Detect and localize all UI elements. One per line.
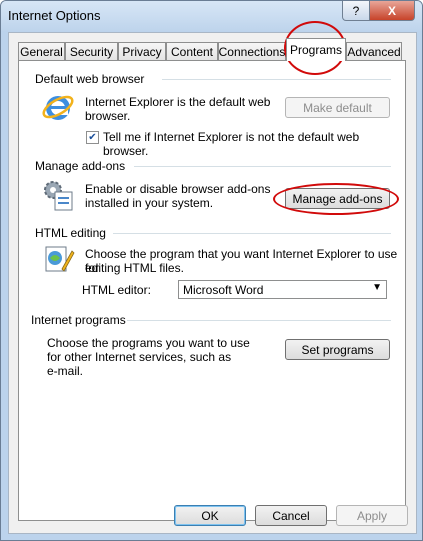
addons-text-1: Enable or disable browser add-ons — [85, 182, 271, 196]
internet-options-window: Internet Options ? X General Security Pr… — [0, 0, 423, 541]
apply-button[interactable]: Apply — [336, 505, 408, 526]
title-bar: Internet Options ? X — [1, 1, 422, 31]
default-browser-heading: Default web browser — [35, 72, 145, 86]
dialog-body: General Security Privacy Content Connect… — [8, 32, 417, 534]
help-icon: ? — [352, 3, 360, 18]
programs-panel: Default web browser Internet Explorer is… — [18, 60, 406, 521]
divider — [127, 320, 391, 321]
default-browser-text-1: Internet Explorer is the default web — [85, 95, 271, 109]
chevron-down-icon: ▼ — [372, 282, 382, 293]
html-edit-icon — [45, 246, 75, 272]
html-editor-select[interactable]: Microsoft Word ▼ — [178, 280, 387, 299]
default-browser-checkbox[interactable]: ✔ — [86, 131, 99, 144]
help-button[interactable]: ? — [342, 1, 370, 21]
tab-content[interactable]: Content — [166, 42, 218, 60]
internet-programs-heading: Internet programs — [31, 313, 126, 327]
html-editing-heading: HTML editing — [35, 226, 106, 240]
set-programs-button[interactable]: Set programs — [285, 339, 390, 360]
tab-programs[interactable]: Programs — [286, 38, 346, 61]
default-browser-checkbox-label: Tell me if Internet Explorer is not the … — [103, 130, 360, 158]
internet-programs-text-2: for other Internet services, such as — [47, 350, 232, 364]
internet-programs-text-1: Choose the programs you want to use — [47, 336, 250, 350]
divider — [162, 79, 391, 80]
tab-general[interactable]: General — [18, 42, 65, 60]
window-title: Internet Options — [8, 8, 101, 23]
internet-explorer-icon — [42, 95, 74, 120]
annotation-circle-manage-addons — [273, 183, 399, 215]
cancel-button[interactable]: Cancel — [255, 505, 327, 526]
divider — [113, 233, 391, 234]
close-icon: X — [387, 3, 396, 18]
make-default-button[interactable]: Make default — [285, 97, 390, 118]
html-editor-label: HTML editor: — [82, 283, 151, 297]
internet-programs-text-3: e-mail. — [47, 364, 84, 378]
html-editing-text-2: editing HTML files. — [85, 261, 184, 275]
tab-connections[interactable]: Connections — [218, 42, 286, 60]
default-browser-text-2: browser. — [85, 109, 131, 123]
addons-gear-icon — [44, 181, 73, 211]
tab-advanced[interactable]: Advanced — [346, 42, 402, 60]
tab-privacy[interactable]: Privacy — [118, 42, 166, 60]
html-editor-value: Microsoft Word — [183, 283, 264, 297]
addons-text-2: installed in your system. — [85, 196, 214, 210]
divider — [134, 166, 391, 167]
tab-security[interactable]: Security — [65, 42, 118, 60]
manage-addons-heading: Manage add-ons — [35, 159, 126, 173]
ok-button[interactable]: OK — [174, 505, 246, 526]
close-button[interactable]: X — [369, 1, 415, 21]
